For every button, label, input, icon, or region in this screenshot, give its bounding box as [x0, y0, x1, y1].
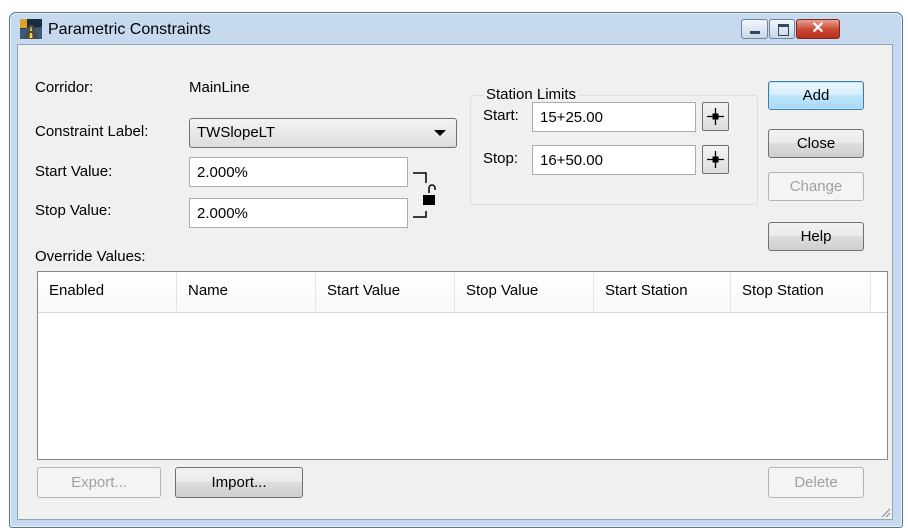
column-header-stop-value[interactable]: Stop Value	[455, 272, 594, 312]
dialog-client: Corridor: MainLine Constraint Label: TWS…	[17, 44, 893, 520]
maximize-button[interactable]	[769, 19, 795, 39]
override-values-table[interactable]: Enabled Name Start Value Stop Value Star…	[37, 271, 888, 460]
station-start-label: Start:	[483, 107, 519, 124]
minimize-button[interactable]	[741, 19, 768, 39]
station-limits-title: Station Limits	[483, 86, 580, 103]
station-start-input[interactable]: 15+25.00	[532, 102, 696, 132]
lock-link-icon[interactable]	[399, 161, 449, 221]
window-close-button[interactable]: ✕	[796, 19, 840, 39]
start-value-input[interactable]: 2.000%	[189, 157, 408, 187]
help-button[interactable]: Help	[768, 222, 864, 251]
resize-grip-icon[interactable]	[879, 506, 891, 518]
chevron-down-icon	[434, 130, 446, 136]
column-header-enabled[interactable]: Enabled	[38, 272, 177, 312]
maximize-icon	[778, 24, 789, 36]
station-stop-text: 16+50.00	[540, 152, 603, 169]
delete-button[interactable]: Delete	[768, 467, 864, 498]
constraint-label-dropdown[interactable]: TWSlopeLT	[189, 118, 457, 148]
title-bar[interactable]: Parametric Constraints ✕	[10, 13, 902, 45]
corridor-label: Corridor:	[35, 79, 94, 96]
crosshair-icon	[707, 108, 724, 125]
crosshair-icon	[707, 151, 724, 168]
station-stop-pick-button[interactable]	[702, 145, 729, 174]
constraint-label-label: Constraint Label:	[35, 123, 149, 140]
table-header: Enabled Name Start Value Stop Value Star…	[38, 272, 887, 313]
station-start-pick-button[interactable]	[702, 102, 729, 131]
column-header-name[interactable]: Name	[177, 272, 316, 312]
override-values-label: Override Values:	[35, 248, 146, 265]
station-stop-input[interactable]: 16+50.00	[532, 145, 696, 175]
column-header-start-value[interactable]: Start Value	[316, 272, 455, 312]
corridor-value: MainLine	[189, 79, 250, 96]
export-button[interactable]: Export...	[37, 467, 161, 498]
window-title: Parametric Constraints	[48, 21, 211, 38]
minimize-icon	[750, 31, 760, 34]
close-button[interactable]: Close	[768, 129, 864, 158]
change-button[interactable]: Change	[768, 172, 864, 201]
station-stop-label: Stop:	[483, 150, 519, 167]
stop-value-text: 2.000%	[197, 205, 248, 222]
add-button[interactable]: Add	[768, 81, 864, 110]
stop-value-input[interactable]: 2.000%	[189, 198, 408, 228]
start-value-text: 2.000%	[197, 164, 248, 181]
import-button[interactable]: Import...	[175, 467, 303, 498]
stop-value-label: Stop Value:	[35, 202, 112, 219]
station-start-text: 15+25.00	[540, 109, 603, 126]
column-header-stop-station[interactable]: Stop Station	[731, 272, 871, 312]
constraint-label-value: TWSlopeLT	[197, 124, 276, 141]
close-icon: ✕	[811, 20, 825, 37]
start-value-label: Start Value:	[35, 163, 113, 180]
column-header-start-station[interactable]: Start Station	[594, 272, 731, 312]
road-icon	[20, 19, 42, 39]
